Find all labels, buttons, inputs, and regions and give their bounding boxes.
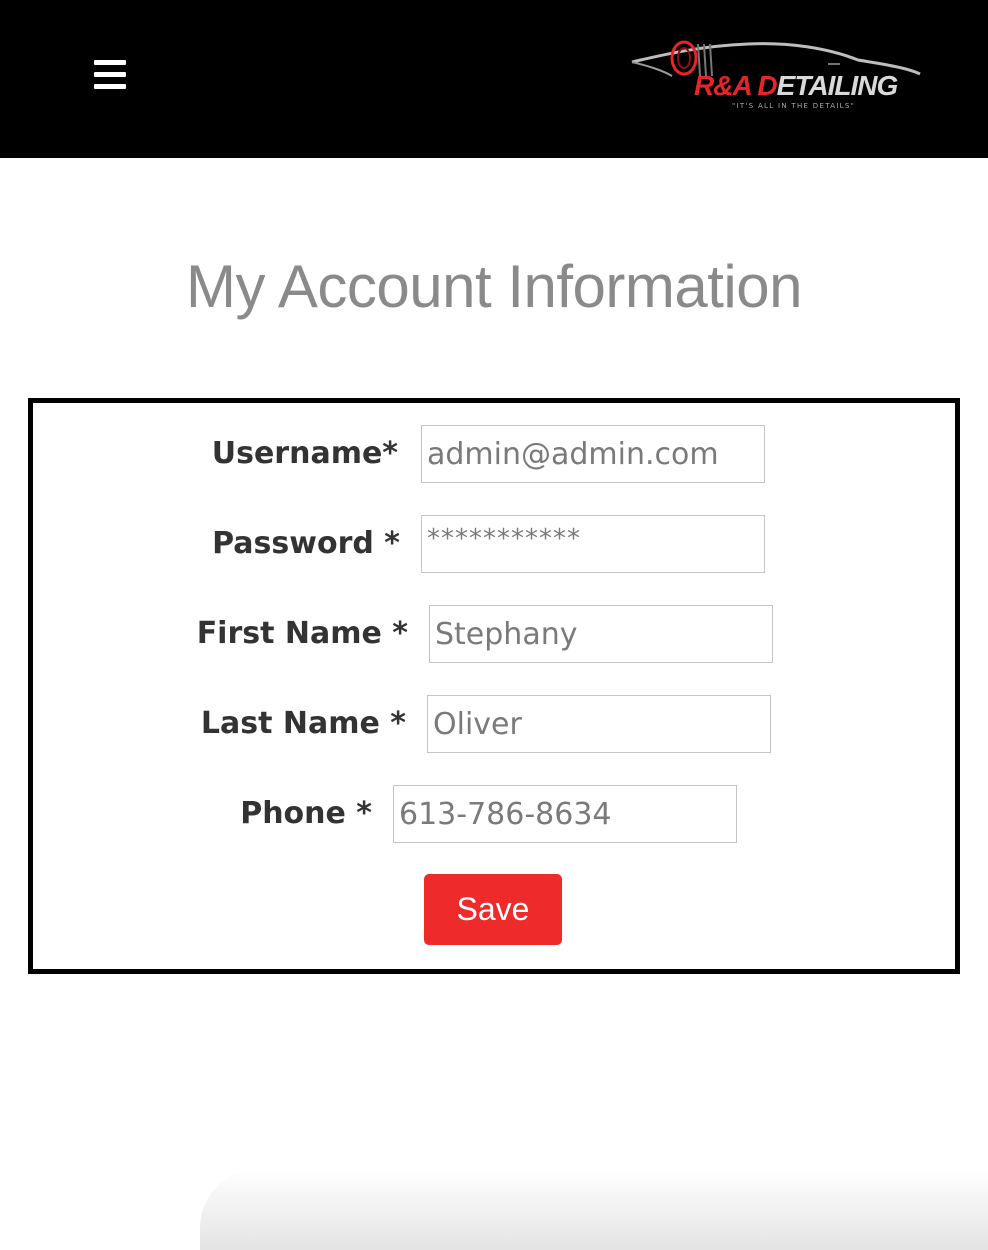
phone-label: Phone * [240, 796, 372, 831]
password-field[interactable] [421, 515, 765, 573]
menu-bar [94, 84, 126, 89]
username-field[interactable] [421, 425, 765, 483]
save-button[interactable]: Save [424, 874, 562, 945]
phone-field[interactable] [393, 785, 737, 843]
username-row: Username* [33, 425, 955, 483]
last-name-label: Last Name * [200, 706, 406, 741]
first-name-field[interactable] [429, 605, 773, 663]
first-name-row: First Name * [33, 605, 955, 663]
brand-logo[interactable]: R&A DETAILING "IT'S ALL IN THE DETAILS" [628, 36, 924, 116]
last-name-row: Last Name * [33, 695, 955, 753]
password-label: Password * [212, 526, 400, 561]
password-row: Password * [33, 515, 955, 573]
menu-bar [94, 60, 126, 65]
hamburger-menu-icon[interactable] [94, 60, 126, 89]
last-name-field[interactable] [427, 695, 771, 753]
phone-row: Phone * [33, 785, 955, 843]
username-label: Username* [211, 436, 398, 471]
logo-tagline: "IT'S ALL IN THE DETAILS" [732, 102, 856, 110]
menu-bar [94, 72, 126, 77]
page: R&A DETAILING "IT'S ALL IN THE DETAILS" … [0, 0, 988, 1250]
bottom-shadow [200, 1168, 988, 1250]
page-title: My Account Information [186, 253, 802, 320]
account-form: Username* Password * First Name * Last N… [28, 398, 960, 974]
first-name-label: First Name * [196, 616, 408, 651]
site-header: R&A DETAILING "IT'S ALL IN THE DETAILS" [0, 0, 988, 158]
logo-wordmark: R&A DETAILING [694, 70, 898, 101]
